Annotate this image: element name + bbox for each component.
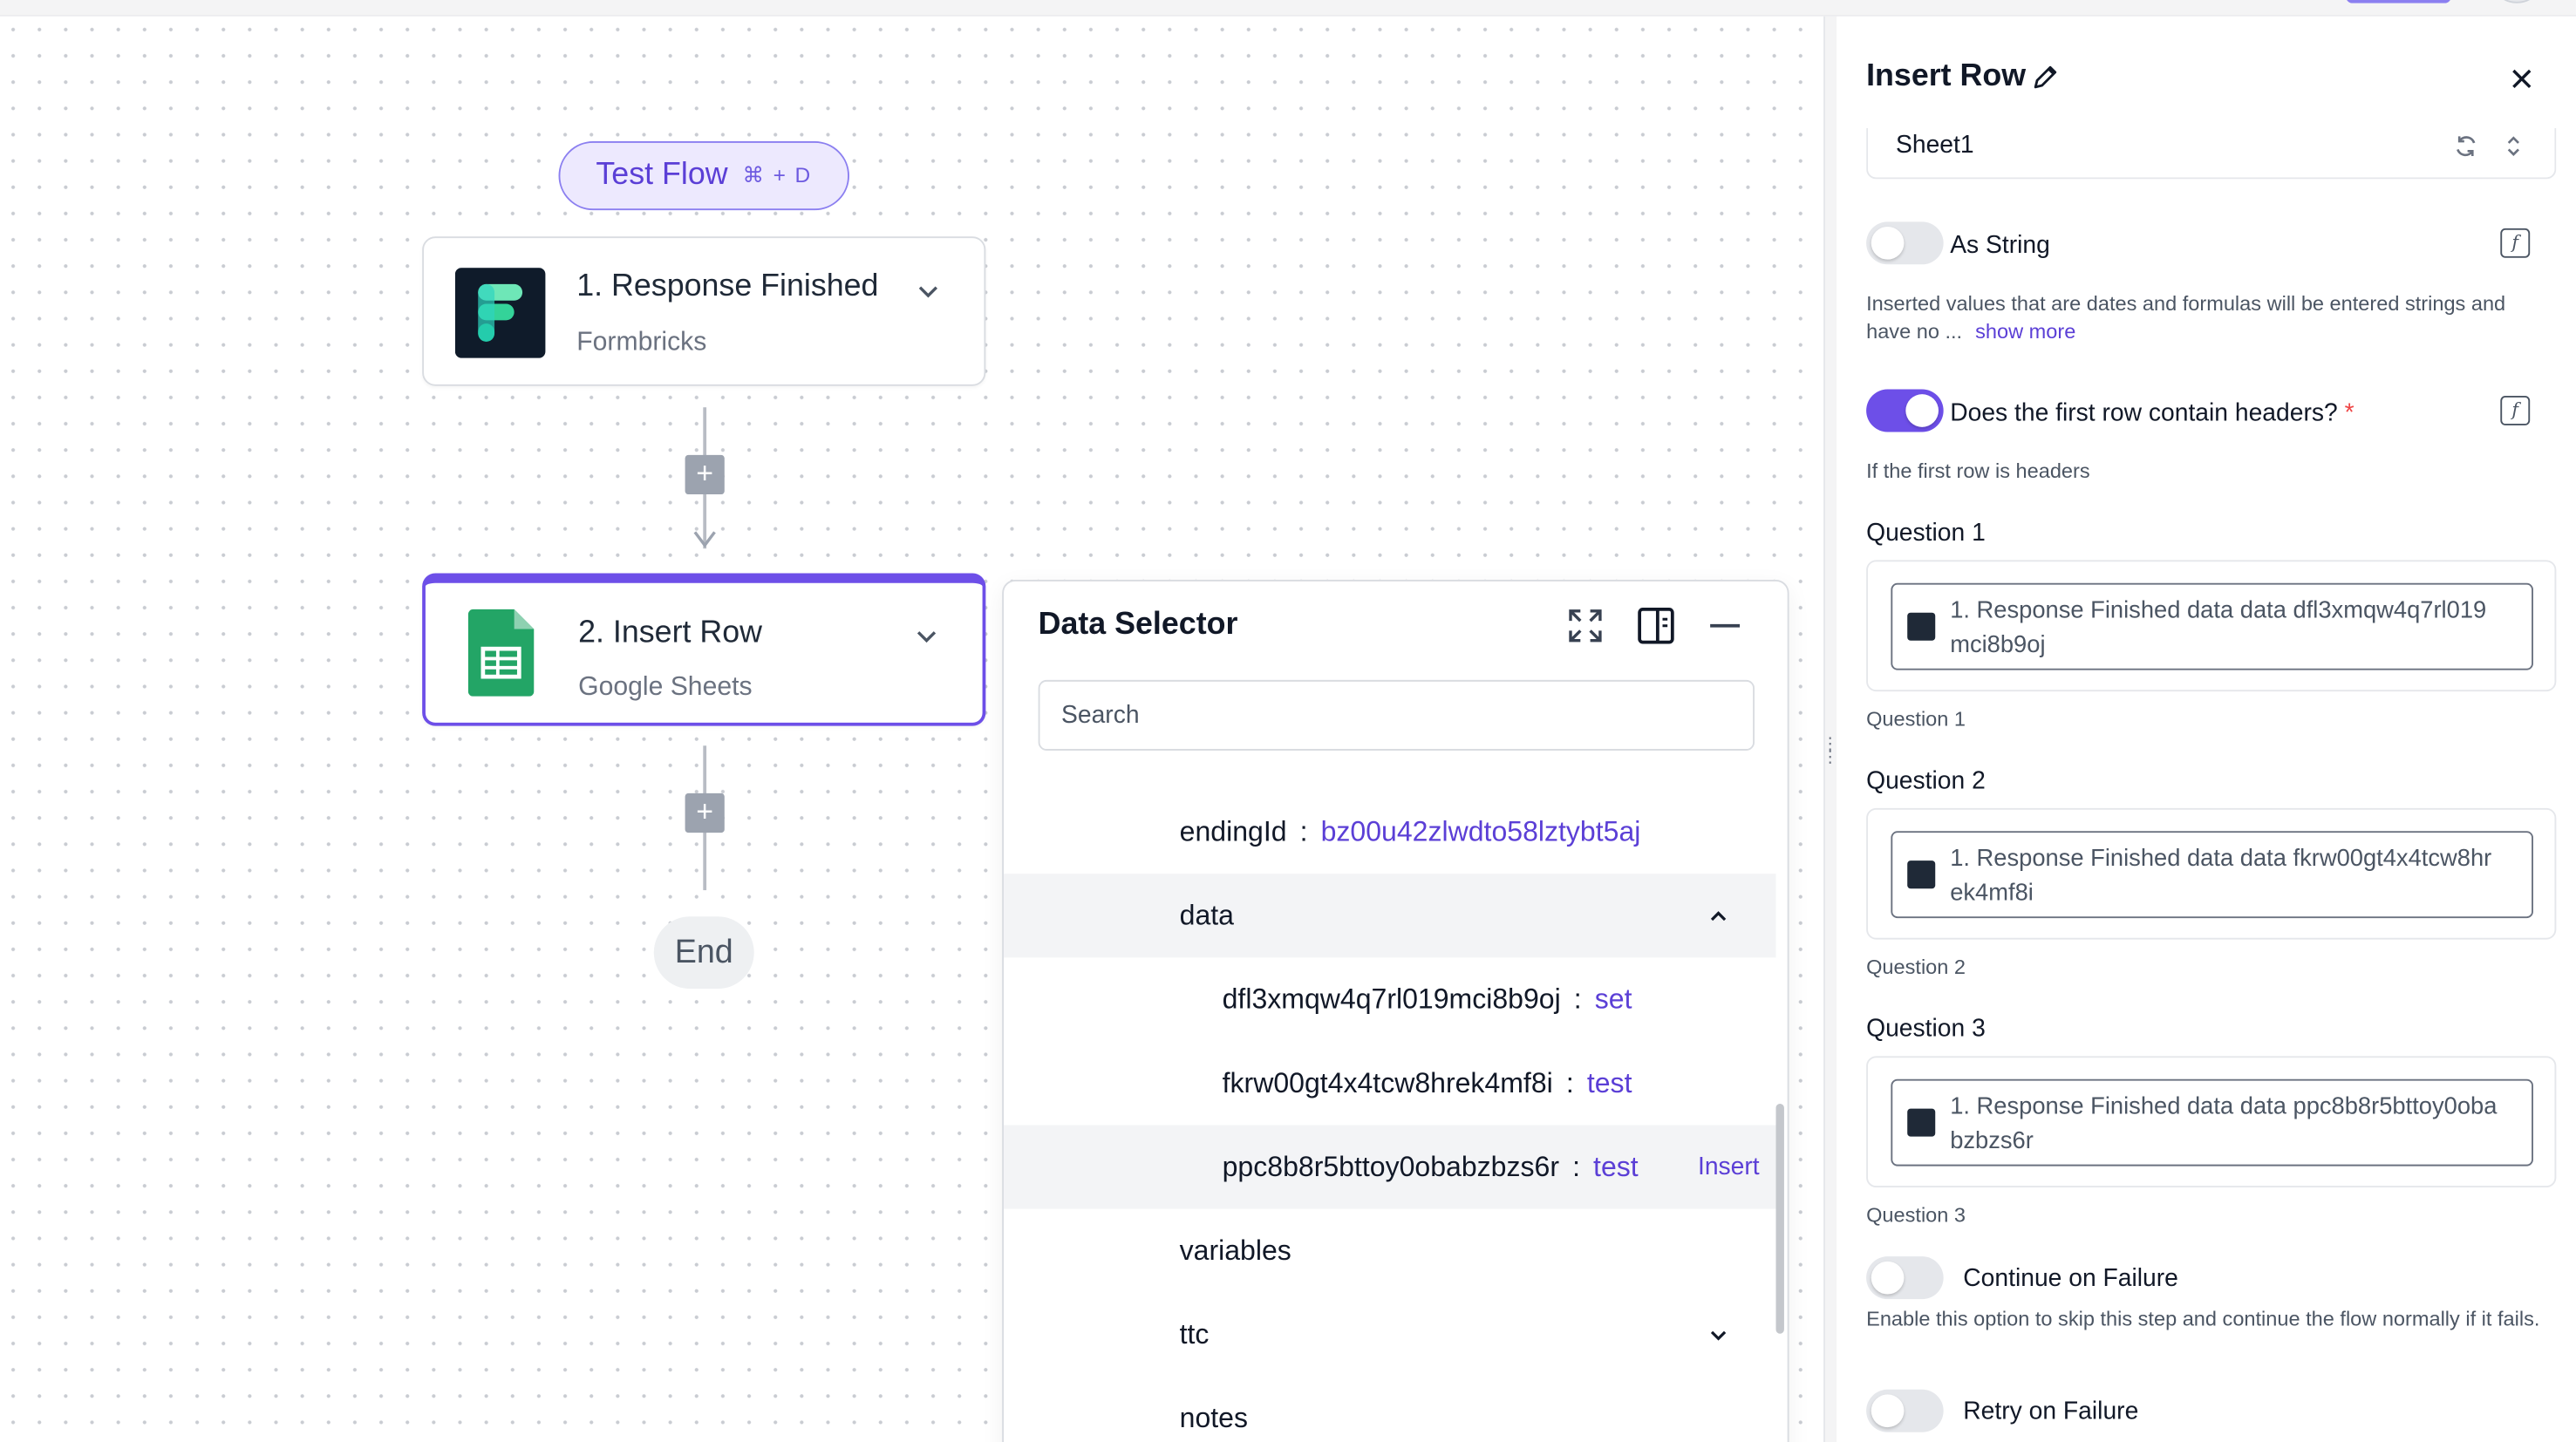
step-title: 1. Response Finished [576, 269, 879, 304]
question-3-value-line1: 1. Response Finished data data ppc8b8r5b… [1950, 1093, 2498, 1120]
question-2-value-line1: 1. Response Finished data data fkrw00gt4… [1950, 846, 2492, 873]
headers-label: Does the first row contain headers? * [1950, 399, 2354, 427]
question-3-value-line2: bzbzs6r [1950, 1128, 2034, 1155]
function-icon[interactable]: f [2500, 396, 2531, 425]
test-flow-button[interactable]: Test Flow ⌘ + D [558, 141, 849, 211]
scrollbar[interactable] [1775, 1103, 1784, 1334]
data-value: test [1586, 1066, 1632, 1099]
data-row-question-1[interactable]: dfl3xmqw4q7rl019mci8b9oj: set [1004, 957, 1775, 1041]
add-step-button[interactable]: + [685, 792, 725, 833]
question-1-field: 1. Response Finished data data dfl3xmqw4… [1866, 560, 2557, 692]
top-bar [0, 0, 2576, 17]
data-key: dfl3xmqw4q7rl019mci8b9oj [1222, 983, 1561, 1015]
formbricks-mini-icon [1907, 612, 1936, 641]
chevron-updown-icon[interactable] [2500, 133, 2526, 160]
retry-on-failure-label: Retry on Failure [1963, 1398, 2139, 1426]
question-2-field: 1. Response Finished data data fkrw00gt4… [1866, 807, 2557, 940]
data-row-notes[interactable]: notes [1004, 1377, 1775, 1442]
retry-on-failure-toggle[interactable] [1866, 1389, 1944, 1432]
test-flow-shortcut: ⌘ + D [742, 162, 813, 187]
headers-label-text: Does the first row contain headers? [1950, 398, 2338, 427]
chevron-down-icon[interactable] [913, 622, 939, 649]
question-2-value-line2: ek4mf8i [1950, 880, 2034, 907]
data-row-endingid[interactable]: endingId: bz00u42zlwdto58lztybt5aj [1004, 790, 1775, 874]
sheet-select[interactable]: Sheet1 [1866, 127, 2557, 180]
question-3-field: 1. Response Finished data data ppc8b8r5b… [1866, 1056, 2557, 1188]
formbricks-logo [454, 268, 546, 358]
chevron-up-icon[interactable] [1707, 904, 1729, 927]
dock-panel-icon[interactable] [1636, 606, 1675, 645]
question-1-value-line1: 1. Response Finished data data dfl3xmqw4… [1950, 597, 2487, 624]
data-selector-title: Data Selector [1038, 608, 1238, 643]
step-card-insert-row[interactable]: 2. Insert Row Google Sheets [422, 573, 986, 726]
as-string-help: Inserted values that are dates and formu… [1866, 290, 2539, 346]
step-settings-panel: Insert Row Sheet1 As String f Inserted v… [1837, 16, 2576, 1442]
data-key: ttc [1179, 1317, 1210, 1350]
formbricks-mini-icon [1907, 860, 1936, 889]
test-flow-label: Test Flow [596, 157, 728, 193]
arrow-down-icon [693, 531, 716, 548]
step-subtitle: Formbricks [576, 328, 707, 357]
question-1-label: Question 1 [1866, 519, 1986, 548]
step-card-response-finished[interactable]: 1. Response Finished Formbricks [422, 236, 986, 386]
question-2-input[interactable]: 1. Response Finished data data fkrw00gt4… [1891, 831, 2533, 919]
as-string-toggle[interactable] [1866, 221, 1944, 265]
as-string-label: As String [1950, 231, 2050, 260]
headers-help: If the first row is headers [1866, 459, 2090, 483]
data-key: data [1179, 899, 1234, 931]
question-3-label: Question 3 [1866, 1015, 1986, 1044]
question-1-value-line2: mci8b9oj [1950, 632, 2046, 659]
question-2-label: Question 2 [1866, 766, 1986, 795]
google-sheets-icon [467, 609, 535, 697]
question-2-help: Question 2 [1866, 956, 1966, 979]
step-title: 2. Insert Row [578, 616, 763, 651]
data-value: test [1593, 1150, 1639, 1182]
data-value: set [1594, 983, 1632, 1015]
show-more-link[interactable]: show more [1975, 320, 2075, 343]
top-tab-indicator[interactable] [2346, 0, 2451, 3]
refresh-icon[interactable] [2453, 133, 2479, 160]
end-node: End [653, 916, 754, 990]
data-row-question-3[interactable]: ppc8b8r5bttoy0obabzbzs6r: test Insert [1004, 1125, 1776, 1209]
data-row-question-2[interactable]: fkrw00gt4x4tcw8hrek4mf8i: test [1004, 1041, 1775, 1125]
required-mark: * [2344, 398, 2355, 427]
avatar[interactable] [2497, 0, 2537, 3]
data-key: fkrw00gt4x4tcw8hrek4mf8i [1222, 1066, 1553, 1099]
question-1-help: Question 1 [1866, 707, 1966, 731]
add-step-button[interactable]: + [685, 454, 725, 495]
data-key: notes [1179, 1401, 1248, 1433]
question-3-help: Question 3 [1866, 1203, 1966, 1228]
headers-toggle[interactable] [1866, 389, 1944, 432]
search-input[interactable] [1038, 679, 1755, 751]
as-string-help-text: Inserted values that are dates and formu… [1866, 292, 2506, 343]
function-icon[interactable]: f [2500, 228, 2531, 258]
insert-button[interactable]: Insert [1698, 1153, 1760, 1180]
panel-title: Insert Row [1866, 58, 2027, 94]
question-3-input[interactable]: 1. Response Finished data data ppc8b8r5b… [1891, 1078, 2533, 1167]
close-icon[interactable] [2507, 64, 2537, 93]
data-row-variables[interactable]: variables [1004, 1209, 1775, 1293]
continue-on-failure-help: Enable this option to skip this step and… [1866, 1307, 2540, 1330]
data-key: endingId [1179, 815, 1287, 847]
formbricks-mini-icon [1907, 1108, 1936, 1137]
pencil-icon[interactable] [2031, 63, 2061, 92]
data-value: bz00u42zlwdto58lztybt5aj [1320, 815, 1641, 847]
chevron-down-icon[interactable] [1707, 1323, 1729, 1345]
expand-icon[interactable] [1565, 606, 1605, 645]
continue-on-failure-label: Continue on Failure [1963, 1264, 2178, 1293]
question-1-input[interactable]: 1. Response Finished data data dfl3xmqw4… [1891, 582, 2533, 670]
chevron-down-icon[interactable] [915, 277, 941, 303]
continue-on-failure-toggle[interactable] [1866, 1256, 1944, 1300]
step-subtitle: Google Sheets [578, 673, 753, 702]
data-key: variables [1179, 1234, 1291, 1266]
data-selector-panel: Data Selector endingId:bz00u42zlwdto58lz… [1002, 580, 1789, 1442]
data-row-ttc[interactable]: ttc [1004, 1293, 1775, 1377]
panel-divider[interactable] [1823, 16, 1837, 1442]
data-key: ppc8b8r5bttoy0obabzbzs6r [1222, 1150, 1559, 1182]
minimize-icon[interactable] [1705, 606, 1744, 645]
data-row-data[interactable]: data [1004, 874, 1776, 958]
sheet-value: Sheet1 [1896, 131, 1974, 160]
